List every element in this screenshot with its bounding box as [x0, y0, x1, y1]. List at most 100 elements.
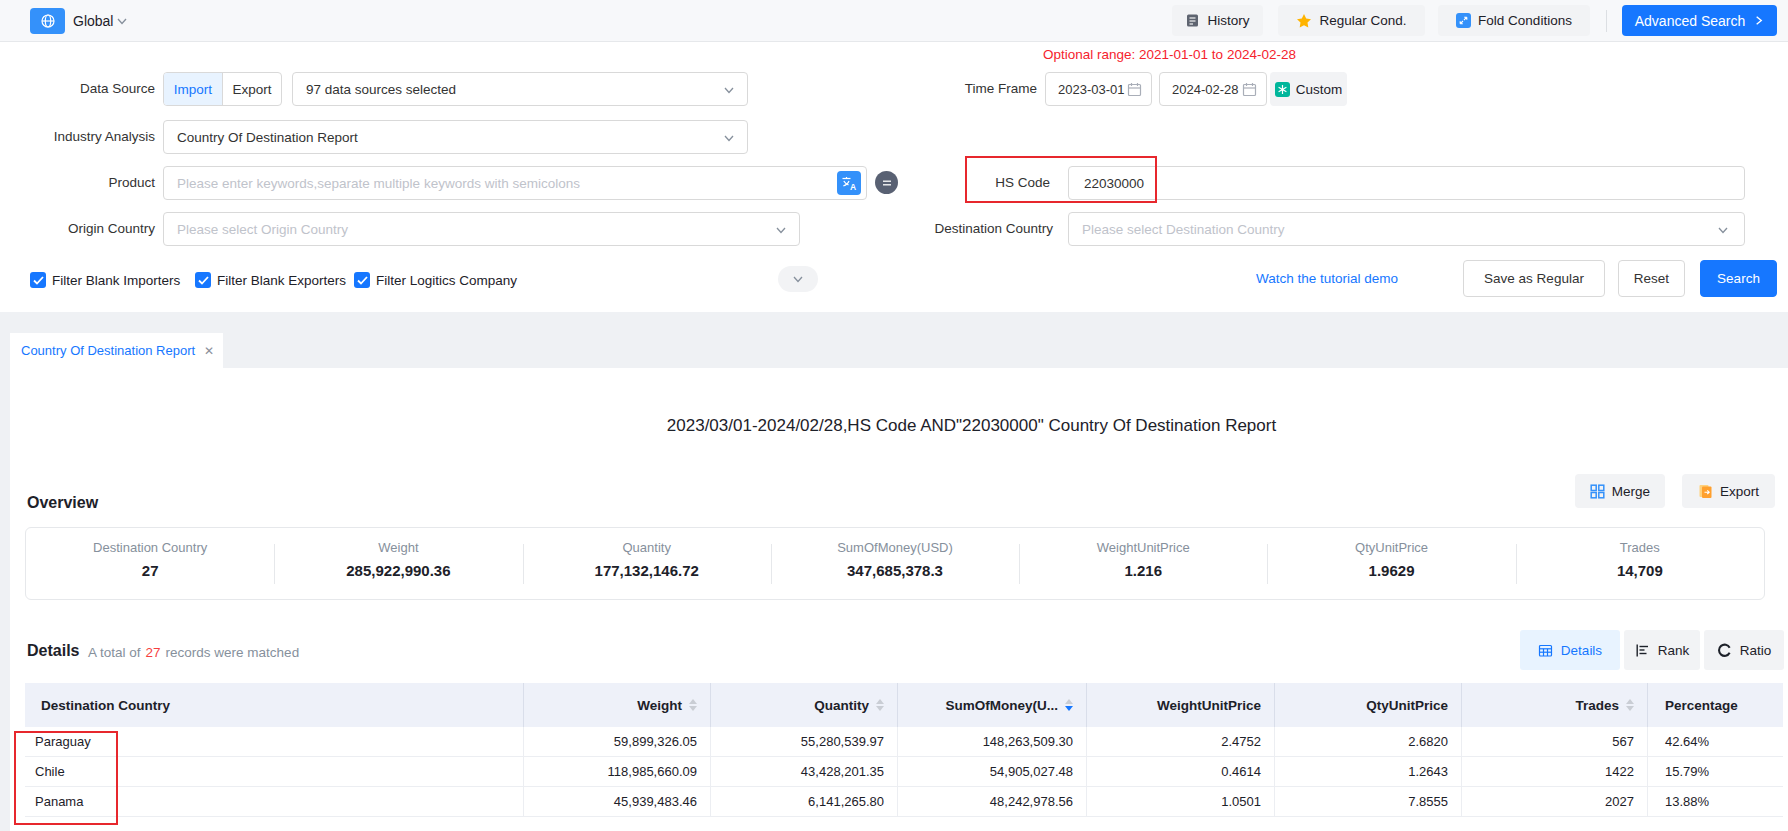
- data-sources-select[interactable]: 97 data sources selected: [292, 72, 748, 106]
- stat-value: 14,709: [1617, 562, 1663, 579]
- export-label: Export: [1720, 484, 1759, 499]
- sort-carets-icon[interactable]: [1065, 699, 1073, 711]
- stat-label: Weight: [378, 540, 418, 555]
- view-ratio-button[interactable]: Ratio: [1704, 630, 1784, 670]
- region-selector-label[interactable]: Global: [73, 0, 113, 42]
- export-toggle[interactable]: Export: [223, 73, 281, 105]
- destination-country-label: Destination Country: [880, 212, 1053, 246]
- stat-label: QtyUnitPrice: [1355, 540, 1428, 555]
- report-title: 2023/03/01-2024/02/28,HS Code AND"220300…: [0, 416, 1788, 436]
- column-header-label: Destination Country: [41, 698, 170, 713]
- date-to-input[interactable]: 2024-02-28: [1159, 72, 1267, 106]
- column-header-quantity[interactable]: Quantity: [711, 683, 898, 727]
- column-header-sumofmoney-u-[interactable]: SumOfMoney(U...: [898, 683, 1087, 727]
- export-button[interactable]: Export: [1682, 474, 1775, 508]
- calendar-icon: [1127, 82, 1142, 97]
- sort-carets-icon[interactable]: [1626, 699, 1634, 711]
- details-table: Destination Country Weight Quantity SumOfMo…: [25, 683, 1783, 817]
- sort-carets-icon[interactable]: [689, 699, 697, 711]
- advanced-search-button[interactable]: Advanced Search: [1622, 5, 1777, 36]
- column-header-label: Trades: [1575, 698, 1619, 713]
- overview-stat: QtyUnitPrice1.9629: [1267, 528, 1515, 599]
- table-row[interactable]: Panama45,939,483.466,141,265.8048,242,97…: [25, 787, 1783, 817]
- tab-label: Country Of Destination Report: [10, 343, 195, 358]
- destination-country-select[interactable]: Please select Destination Country: [1068, 212, 1745, 246]
- checkbox-filter-blank-importers[interactable]: [30, 272, 46, 288]
- calendar-icon: [1242, 82, 1257, 97]
- product-placeholder: Please enter keywords,separate multiple …: [164, 176, 580, 191]
- column-header-label: Weight: [637, 698, 682, 713]
- custom-icon: [1275, 82, 1290, 97]
- custom-button[interactable]: Custom: [1270, 72, 1347, 106]
- view-rank-label: Rank: [1658, 643, 1690, 658]
- destination-country-placeholder: Please select Destination Country: [1069, 222, 1285, 237]
- fold-conditions-label: Fold Conditions: [1478, 13, 1572, 28]
- origin-country-select[interactable]: Please select Origin Country: [163, 212, 800, 246]
- column-header-trades[interactable]: Trades: [1462, 683, 1648, 727]
- svg-text:A: A: [850, 182, 856, 192]
- time-frame-label: Time Frame: [880, 72, 1037, 106]
- overview-stat: WeightUnitPrice1.216: [1019, 528, 1267, 599]
- merge-label: Merge: [1612, 484, 1650, 499]
- table-cell: 2.4752: [1087, 727, 1275, 756]
- translate-icon[interactable]: A: [837, 171, 861, 195]
- globe-button[interactable]: [30, 8, 65, 34]
- import-export-toggle: Import Export: [163, 72, 282, 106]
- checkbox-filter-logitics-company[interactable]: [354, 272, 370, 288]
- history-button[interactable]: History: [1172, 5, 1263, 36]
- chevron-down-icon: [723, 132, 735, 144]
- view-details-button[interactable]: Details: [1520, 630, 1620, 670]
- table-cell: 567: [1462, 727, 1648, 756]
- save-as-regular-button[interactable]: Save as Regular: [1463, 260, 1605, 297]
- overview-stat: Trades14,709: [1516, 528, 1764, 599]
- column-header-weight[interactable]: Weight: [524, 683, 711, 727]
- tab-strip: [0, 312, 1788, 368]
- date-from-value: 2023-03-01: [1058, 82, 1125, 97]
- table-cell: 2027: [1462, 787, 1648, 816]
- search-button[interactable]: Search: [1700, 260, 1777, 297]
- details-heading: Details: [27, 642, 79, 660]
- close-icon[interactable]: ✕: [204, 344, 223, 358]
- sort-carets-icon[interactable]: [876, 699, 884, 711]
- hs-code-input[interactable]: 22030000: [1068, 166, 1745, 200]
- column-header-label: SumOfMoney(U...: [945, 698, 1058, 713]
- table-cell: 148,263,509.30: [898, 727, 1087, 756]
- tab-country-of-destination-report[interactable]: Country Of Destination Report ✕: [10, 333, 223, 368]
- table-row[interactable]: Chile118,985,660.0943,428,201.3554,905,0…: [25, 757, 1783, 787]
- regular-cond-button[interactable]: Regular Cond.: [1278, 5, 1425, 36]
- checkbox-label: Filter Blank Exporters: [217, 272, 346, 289]
- checkbox-filter-blank-exporters[interactable]: [195, 272, 211, 288]
- regular-cond-label: Regular Cond.: [1319, 13, 1406, 28]
- collapse-toggle[interactable]: [778, 266, 818, 292]
- table-header-row: Destination Country Weight Quantity SumOfMo…: [25, 683, 1783, 727]
- chevron-down-icon[interactable]: [116, 15, 128, 27]
- view-rank-button[interactable]: Rank: [1624, 630, 1700, 670]
- table-cell: 7.8555: [1275, 787, 1462, 816]
- chevron-down-icon: [792, 273, 804, 285]
- import-toggle[interactable]: Import: [164, 73, 223, 105]
- chevron-down-icon: [775, 224, 787, 236]
- records-matched-text: A total of27records were matched: [88, 645, 299, 660]
- tutorial-link[interactable]: Watch the tutorial demo: [1256, 261, 1398, 297]
- industry-analysis-value: Country Of Destination Report: [164, 130, 358, 145]
- date-from-input[interactable]: 2023-03-01: [1045, 72, 1152, 106]
- overview-stat: SumOfMoney(USD)347,685,378.3: [771, 528, 1019, 599]
- fold-conditions-button[interactable]: Fold Conditions: [1438, 5, 1590, 36]
- top-bar: Global History Regular Cond. Fold Condit…: [0, 0, 1788, 42]
- history-label: History: [1207, 13, 1249, 28]
- overview-heading: Overview: [27, 494, 98, 512]
- overview-stat: Quantity177,132,146.72: [523, 528, 771, 599]
- table-cell: 59,899,326.05: [524, 727, 711, 756]
- product-input[interactable]: Please enter keywords,separate multiple …: [163, 166, 867, 200]
- total-suffix: records were matched: [166, 645, 300, 660]
- check-icon: [198, 276, 209, 285]
- industry-analysis-select[interactable]: Country Of Destination Report: [163, 120, 748, 154]
- table-cell: 42.64%: [1648, 727, 1783, 756]
- pie-icon: [1717, 643, 1732, 658]
- chevron-down-icon: [1717, 224, 1729, 236]
- table-row[interactable]: Paraguay59,899,326.0555,280,539.97148,26…: [25, 727, 1783, 757]
- reset-button[interactable]: Reset: [1618, 260, 1685, 297]
- check-icon: [357, 276, 368, 285]
- merge-button[interactable]: Merge: [1575, 474, 1665, 508]
- table-cell: 118,985,660.09: [524, 757, 711, 786]
